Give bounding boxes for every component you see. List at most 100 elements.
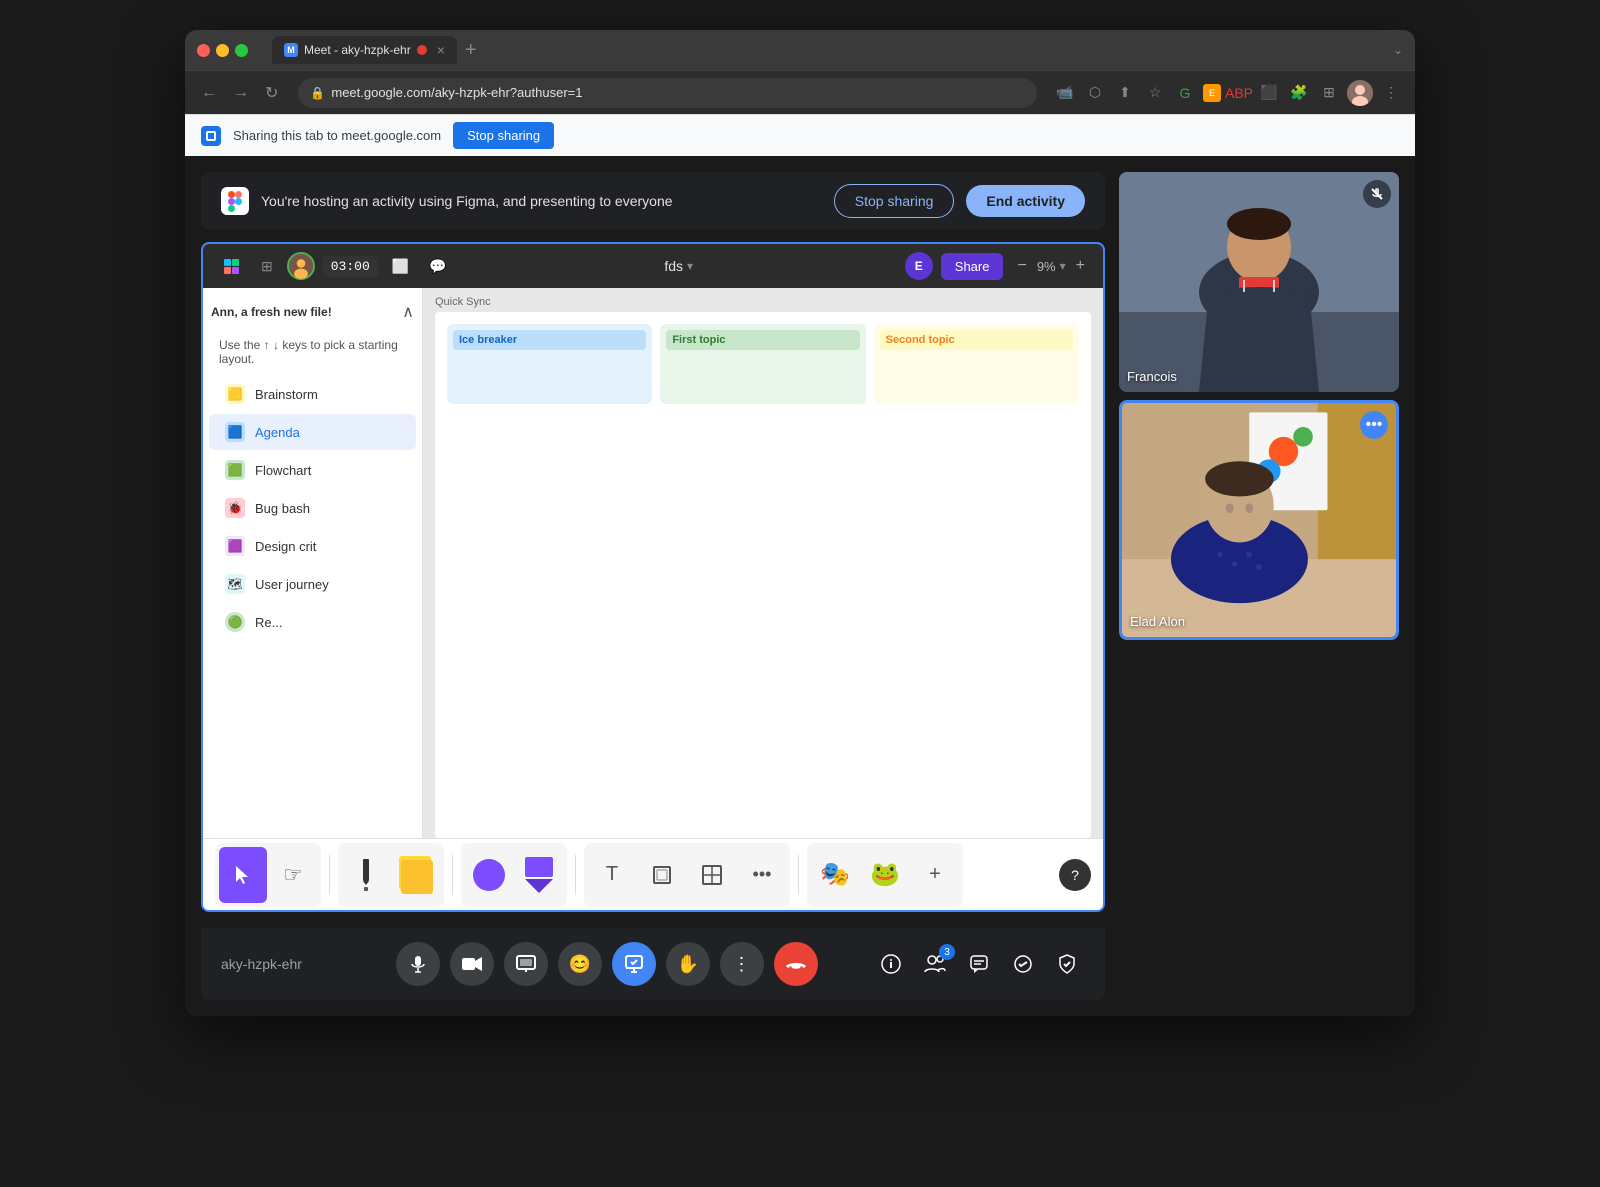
panel-collapse-icon[interactable]: ∧ bbox=[402, 302, 414, 322]
stop-sharing-meet-button[interactable]: Stop sharing bbox=[834, 184, 955, 218]
panel-item-userjourney[interactable]: 🗺 User journey bbox=[209, 566, 416, 602]
browser-content: You're hosting an activity using Figma, … bbox=[185, 156, 1415, 1016]
pen-tool-button[interactable] bbox=[342, 847, 390, 903]
mic-button[interactable] bbox=[396, 942, 440, 986]
new-tab-button[interactable]: + bbox=[465, 39, 477, 62]
panel-item-agenda[interactable]: 🟦 Agenda bbox=[209, 414, 416, 450]
address-bar[interactable]: 🔒 meet.google.com/aky-hzpk-ehr?authuser=… bbox=[298, 78, 1037, 108]
panel-heading: Ann, a fresh new file! bbox=[211, 305, 332, 319]
comment-icon[interactable]: 💬 bbox=[423, 254, 452, 279]
present-button[interactable] bbox=[504, 942, 548, 986]
share-icon[interactable]: ⬆ bbox=[1113, 81, 1137, 105]
chat-icon bbox=[969, 954, 989, 974]
open-tab-icon[interactable]: ⬡ bbox=[1083, 81, 1107, 105]
video-tiles: Francois bbox=[1119, 172, 1399, 1000]
agenda-columns: Ice breaker First topic Second topic bbox=[435, 312, 1091, 416]
bookmark-icon[interactable]: ☆ bbox=[1143, 81, 1167, 105]
security-button[interactable] bbox=[1049, 946, 1085, 982]
select-tool-button[interactable] bbox=[219, 847, 267, 903]
panel-hint-text: Use the ↑ ↓ keys to pick a starting layo… bbox=[203, 330, 422, 374]
table-tool-button[interactable] bbox=[688, 847, 736, 903]
zoom-out-button[interactable]: − bbox=[1011, 255, 1032, 277]
activity-button[interactable] bbox=[612, 942, 656, 986]
circle-tool-button[interactable] bbox=[465, 847, 513, 903]
profile-avatar[interactable] bbox=[1347, 80, 1373, 106]
zoom-in-button[interactable]: + bbox=[1070, 255, 1091, 277]
figma-menu-icon[interactable] bbox=[215, 251, 247, 282]
more-tools-button[interactable]: ••• bbox=[738, 847, 786, 903]
pen-icon bbox=[354, 857, 378, 893]
add-media-button[interactable]: + bbox=[911, 847, 959, 903]
chevron-down-icon[interactable]: ▾ bbox=[687, 259, 693, 273]
hand-tool-button[interactable]: ☞ bbox=[269, 847, 317, 903]
meet-right-controls: 3 bbox=[873, 946, 1085, 982]
figma-frame: ⊞ 03:00 ⬜ 💬 fds ▾ bbox=[201, 242, 1105, 912]
tab-close-button[interactable]: × bbox=[437, 42, 445, 58]
rectangle-tool-button[interactable] bbox=[515, 847, 563, 903]
sticker-2-button[interactable]: 🐸 bbox=[861, 847, 909, 903]
people-button[interactable]: 3 bbox=[917, 946, 953, 982]
extensions-icon[interactable]: 🧩 bbox=[1287, 81, 1311, 105]
browser-stop-sharing-button[interactable]: Stop sharing bbox=[453, 122, 554, 149]
security-icon bbox=[1058, 954, 1076, 974]
mic-muted-icon bbox=[1370, 187, 1384, 201]
panel-item-brainstorm[interactable]: 🟨 Brainstorm bbox=[209, 376, 416, 412]
figma-share-button[interactable]: Share bbox=[941, 253, 1004, 280]
end-activity-button[interactable]: End activity bbox=[966, 185, 1085, 217]
raise-hand-button[interactable]: ✋ bbox=[666, 942, 710, 986]
activity-icon bbox=[624, 954, 644, 974]
meet-code: aky-hzpk-ehr bbox=[221, 956, 341, 972]
more-options-button[interactable]: ⋮ bbox=[720, 942, 764, 986]
emoji-button[interactable]: 😊 bbox=[558, 942, 602, 986]
end-call-button[interactable] bbox=[774, 942, 818, 986]
extension-1-icon[interactable]: E bbox=[1203, 84, 1221, 102]
camera-button[interactable] bbox=[450, 942, 494, 986]
figma-toolbar-right: E Share − 9% ▾ + bbox=[905, 252, 1091, 280]
panel-item-designcrit[interactable]: 🟪 Design crit bbox=[209, 528, 416, 564]
chat-button[interactable] bbox=[961, 946, 997, 982]
figma-file-name: fds bbox=[664, 258, 683, 274]
retro-icon: 🟢 bbox=[225, 612, 245, 632]
figma-file-name-area: fds ▾ bbox=[461, 258, 897, 274]
activity-banner: You're hosting an activity using Figma, … bbox=[201, 172, 1105, 230]
elad-more-options-icon[interactable]: ••• bbox=[1360, 411, 1388, 439]
column-title-secondtopic: Second topic bbox=[880, 330, 1073, 350]
video-bg-francois bbox=[1119, 172, 1399, 392]
text-tools-section: T bbox=[584, 843, 790, 907]
back-button[interactable]: ← bbox=[197, 80, 221, 106]
meet-container: You're hosting an activity using Figma, … bbox=[201, 172, 1105, 1000]
grid-view-icon[interactable]: ⊞ bbox=[255, 254, 279, 279]
reload-button[interactable]: ↻ bbox=[261, 79, 282, 107]
agenda-column-secondtopic: Second topic bbox=[874, 324, 1079, 404]
browser-titlebar: M Meet - aky-hzpk-ehr × + ⌄ bbox=[185, 30, 1415, 70]
panel-item-userjourney-label: User journey bbox=[255, 577, 329, 592]
extension-2-icon[interactable]: ABP bbox=[1227, 81, 1251, 105]
layout-icon[interactable]: ⬜ bbox=[386, 254, 415, 279]
extension-3-icon[interactable]: ⬛ bbox=[1257, 81, 1281, 105]
grammarly-icon[interactable]: G bbox=[1173, 81, 1197, 105]
traffic-light-yellow[interactable] bbox=[216, 44, 229, 57]
menu-button[interactable]: ⋮ bbox=[1379, 81, 1403, 105]
help-button[interactable]: ? bbox=[1059, 859, 1091, 891]
sticker-1-button[interactable]: 🎭 bbox=[811, 847, 859, 903]
frame-tool-button[interactable] bbox=[638, 847, 686, 903]
panel-item-retro[interactable]: 🟢 Re... bbox=[209, 604, 416, 640]
meet-controls: 😊 ✋ ⋮ bbox=[341, 942, 873, 986]
stickynote-tool-button[interactable] bbox=[392, 847, 440, 903]
chevron-zoom-icon[interactable]: ▾ bbox=[1060, 259, 1066, 273]
traffic-light-green[interactable] bbox=[235, 44, 248, 57]
forward-button[interactable]: → bbox=[229, 80, 253, 106]
split-view-icon[interactable]: ⊞ bbox=[1317, 81, 1341, 105]
active-tab[interactable]: M Meet - aky-hzpk-ehr × bbox=[272, 36, 457, 64]
traffic-light-red[interactable] bbox=[197, 44, 210, 57]
activities-button[interactable] bbox=[1005, 946, 1041, 982]
francois-mute-icon bbox=[1363, 180, 1391, 208]
info-button[interactable] bbox=[873, 946, 909, 982]
people-badge: 3 bbox=[939, 944, 955, 960]
panel-item-bugbash[interactable]: 🐞 Bug bash bbox=[209, 490, 416, 526]
panel-item-flowchart[interactable]: 🟩 Flowchart bbox=[209, 452, 416, 488]
window-collapse-button[interactable]: ⌄ bbox=[1393, 43, 1403, 57]
cast-icon[interactable]: 📹 bbox=[1053, 81, 1077, 105]
traffic-lights bbox=[197, 44, 248, 57]
text-tool-button[interactable]: T bbox=[588, 847, 636, 903]
